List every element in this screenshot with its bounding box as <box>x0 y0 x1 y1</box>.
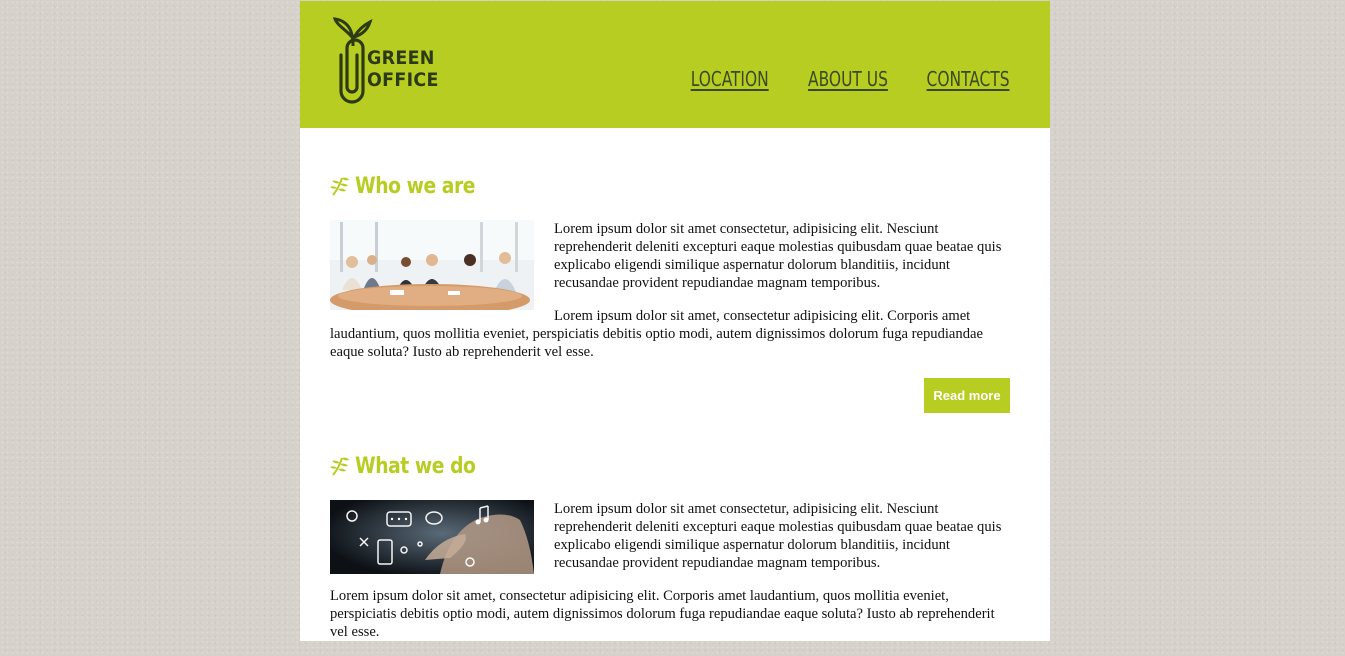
main-nav: LOCATION ABOUT US CONTACTS <box>678 67 1010 91</box>
section-heading-who-we-are: Who we are <box>330 171 496 201</box>
section-title: What we do <box>355 453 476 479</box>
nav-location[interactable]: LOCATION <box>690 67 768 91</box>
nav-about-us[interactable]: ABOUT US <box>808 67 888 91</box>
page-container: GREEN OFFICE LOCATION ABOUT US CONTACTS … <box>300 1 1050 641</box>
section-body-what-we-do: Lorem ipsum dolor sit amet consectetur, … <box>330 500 1010 656</box>
section-paragraph-2: Lorem ipsum dolor sit amet, consectetur … <box>330 588 995 640</box>
leaf-branch-icon <box>330 457 349 476</box>
leaf-branch-icon <box>330 177 349 196</box>
business-team-photo <box>330 220 534 315</box>
logo-line-2: OFFICE <box>367 69 439 91</box>
section-title: Who we are <box>355 173 476 199</box>
section-heading-what-we-do: What we do <box>330 451 497 481</box>
section-body-who-we-are: Lorem ipsum dolor sit amet consectetur, … <box>330 220 1010 376</box>
logo-text: GREEN OFFICE <box>367 47 439 91</box>
touchscreen-icons-photo <box>330 500 534 579</box>
nav-contacts[interactable]: CONTACTS <box>927 67 1010 91</box>
section-paragraph-2: Lorem ipsum dolor sit amet, consectetur … <box>330 308 983 360</box>
logo[interactable]: GREEN OFFICE <box>333 15 453 105</box>
site-header: GREEN OFFICE LOCATION ABOUT US CONTACTS <box>300 1 1050 128</box>
read-more-button[interactable]: Read more <box>924 378 1010 413</box>
logo-line-1: GREEN <box>367 47 435 69</box>
